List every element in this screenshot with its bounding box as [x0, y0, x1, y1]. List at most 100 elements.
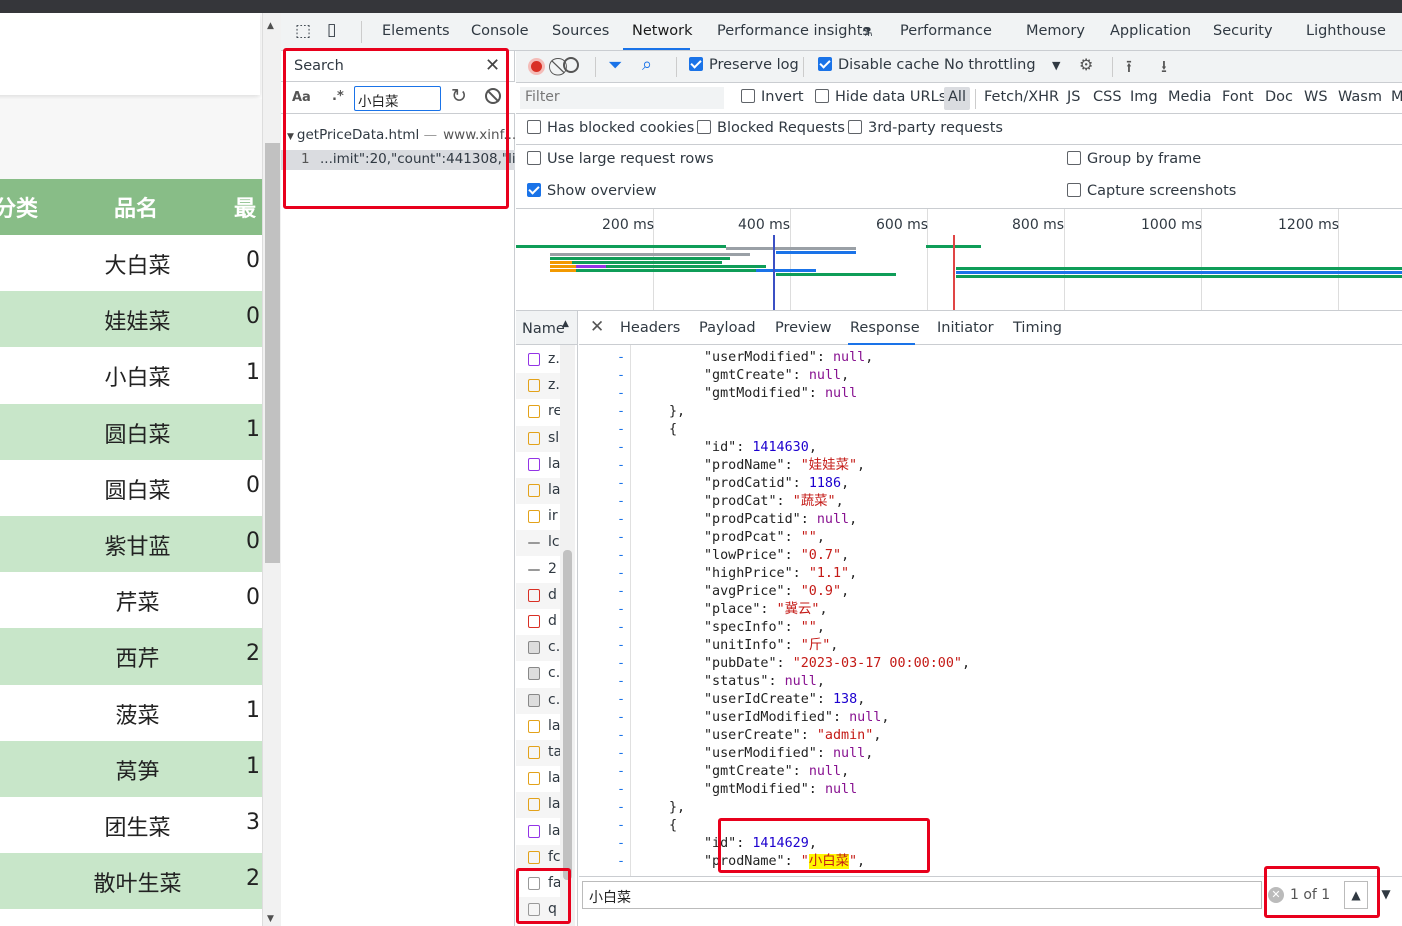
request-list-item[interactable]: d — [516, 582, 560, 609]
filter-type-fetch-xhr[interactable]: Fetch/XHR — [984, 89, 1059, 105]
capture-screenshots-check-icon[interactable] — [1067, 183, 1081, 197]
filter-type-js[interactable]: JS — [1067, 89, 1080, 105]
import-har-icon[interactable]: ⭱ — [1126, 54, 1132, 83]
group-by-frame-checkbox[interactable]: Group by frame — [1067, 151, 1201, 167]
show-overview-checkbox[interactable]: Show overview — [527, 183, 656, 199]
filter-funnel-icon[interactable]: ⏷ — [608, 55, 622, 76]
filter-type-css[interactable]: CSS — [1093, 89, 1122, 105]
request-list-scrollbar[interactable] — [560, 345, 575, 926]
export-har-icon[interactable]: ⭳ — [1161, 54, 1167, 83]
scrollbar-thumb[interactable] — [265, 143, 280, 563]
show-overview-check-icon[interactable] — [527, 183, 541, 197]
request-list-item[interactable]: ta — [516, 740, 560, 766]
chevron-down-icon[interactable]: ▼ — [1052, 59, 1060, 72]
request-list-item[interactable]: d — [516, 609, 560, 635]
search-result-line[interactable]: 1 ...imit":20,"count":441308,"li... — [281, 150, 515, 170]
regex-button[interactable]: .* — [332, 89, 344, 104]
refresh-icon[interactable]: ↻ — [451, 85, 467, 107]
tab-memory[interactable]: Memory — [1026, 23, 1085, 39]
request-list-item[interactable]: z. — [516, 373, 560, 400]
blocked-cookies-check-icon[interactable] — [527, 120, 541, 134]
blocked-cookies-checkbox[interactable]: Has blocked cookies — [527, 120, 694, 136]
tab-payload[interactable]: Payload — [699, 320, 756, 336]
request-list-item[interactable]: c. — [516, 635, 560, 662]
clear-icon[interactable] — [485, 88, 501, 104]
filter-type-media[interactable]: Media — [1168, 89, 1212, 105]
request-list-item[interactable]: q — [516, 897, 560, 924]
blocked-requests-checkbox[interactable]: Blocked Requests — [697, 120, 845, 136]
request-list-item[interactable]: 2 — [516, 557, 560, 583]
preserve-log-check-icon[interactable] — [689, 57, 703, 71]
find-next-button[interactable]: ▼ — [1374, 881, 1398, 909]
group-by-frame-check-icon[interactable] — [1067, 151, 1081, 165]
expand-triangle-icon[interactable]: ▼ — [287, 132, 294, 142]
network-conditions-icon[interactable]: ⚙ — [1079, 55, 1093, 74]
response-code-view[interactable]: - "userModified": null, - "gmtCreate": null… — [579, 345, 1402, 876]
name-column-header[interactable]: Name ▲ — [516, 311, 577, 345]
network-overview[interactable]: 200 ms 400 ms 600 ms 800 ms 1000 ms 1200… — [516, 209, 1402, 311]
request-list-item[interactable]: la — [516, 452, 560, 478]
request-list-item[interactable]: fc — [516, 844, 560, 871]
tab-response[interactable]: Response — [850, 320, 920, 336]
disable-cache-check-icon[interactable] — [818, 57, 832, 71]
scroll-up-arrow-icon[interactable]: ▲ — [267, 21, 274, 31]
tab-timing[interactable]: Timing — [1013, 320, 1062, 336]
filter-input[interactable]: Filter — [520, 87, 724, 109]
request-list-item[interactable]: la — [516, 792, 560, 819]
request-list-item[interactable]: la — [516, 819, 560, 845]
tab-preview[interactable]: Preview — [775, 320, 831, 336]
capture-screenshots-checkbox[interactable]: Capture screenshots — [1067, 183, 1236, 199]
filter-type-ws[interactable]: WS — [1304, 89, 1328, 105]
request-list-item[interactable]: lc — [516, 530, 560, 557]
disable-cache-checkbox[interactable]: Disable cache — [818, 57, 939, 73]
tab-initiator[interactable]: Initiator — [937, 320, 994, 336]
invert-check-icon[interactable] — [741, 89, 755, 103]
web-page-scrollbar[interactable]: ▲ ▼ — [262, 13, 281, 926]
filter-type-doc[interactable]: Doc — [1265, 89, 1293, 105]
request-list-item[interactable]: la — [516, 714, 560, 740]
tab-application[interactable]: Application — [1110, 23, 1191, 39]
request-list-item[interactable]: c. — [516, 661, 560, 687]
throttling-select[interactable]: No throttling — [944, 57, 1036, 73]
request-list-item[interactable]: z. — [516, 347, 560, 373]
request-list-item[interactable]: la — [516, 478, 560, 504]
scroll-down-arrow-icon[interactable]: ▼ — [267, 914, 274, 924]
find-clear-icon[interactable]: ✕ — [1268, 887, 1284, 903]
tab-elements[interactable]: Elements — [382, 23, 450, 39]
record-button[interactable] — [528, 58, 545, 75]
large-rows-check-icon[interactable] — [527, 151, 541, 165]
hide-data-urls-check-icon[interactable] — [815, 89, 829, 103]
filter-type-all[interactable]: All — [944, 87, 970, 110]
third-party-check-icon[interactable] — [848, 120, 862, 134]
tab-headers[interactable]: Headers — [620, 320, 680, 336]
clear-log-icon[interactable] — [563, 57, 579, 73]
request-list-item[interactable]: re — [516, 399, 560, 425]
tab-performance[interactable]: Performance — [900, 23, 992, 39]
request-list-item[interactable]: c. — [516, 687, 560, 714]
blocked-requests-check-icon[interactable] — [697, 120, 711, 134]
request-list-item[interactable]: sl — [516, 425, 560, 452]
invert-checkbox[interactable]: Invert — [741, 89, 804, 105]
request-list-item[interactable]: fa — [516, 871, 560, 897]
hide-data-urls-checkbox[interactable]: Hide data URLs — [815, 89, 946, 105]
filter-type-wasm[interactable]: Wasm — [1338, 89, 1382, 105]
search-icon[interactable]: ⌕ — [642, 54, 652, 75]
tab-sources[interactable]: Sources — [552, 23, 609, 39]
large-rows-checkbox[interactable]: Use large request rows — [527, 151, 714, 167]
filter-type-font[interactable]: Font — [1222, 89, 1254, 105]
third-party-checkbox[interactable]: 3rd-party requests — [848, 120, 1003, 136]
search-result-file[interactable]: ▼ getPriceData.html — www.xinf... — [287, 127, 516, 143]
tab-performance-insights[interactable]: Performance insights — [717, 23, 870, 39]
scrollbar-thumb[interactable] — [563, 550, 572, 880]
tab-console[interactable]: Console — [471, 23, 529, 39]
device-toolbar-icon[interactable]: ▯ — [327, 20, 336, 40]
find-previous-button[interactable]: ▲ — [1344, 881, 1368, 909]
tab-lighthouse[interactable]: Lighthouse — [1306, 23, 1386, 39]
close-detail-icon[interactable]: ✕ — [590, 317, 604, 337]
tab-security[interactable]: Security — [1213, 23, 1273, 39]
filter-type-img[interactable]: Img — [1130, 89, 1158, 105]
search-input[interactable]: 小白菜 — [354, 86, 441, 111]
close-icon[interactable]: ✕ — [485, 55, 500, 76]
find-input[interactable]: 小白菜 — [582, 881, 1262, 909]
inspect-element-icon[interactable]: ⬚ — [295, 21, 311, 41]
